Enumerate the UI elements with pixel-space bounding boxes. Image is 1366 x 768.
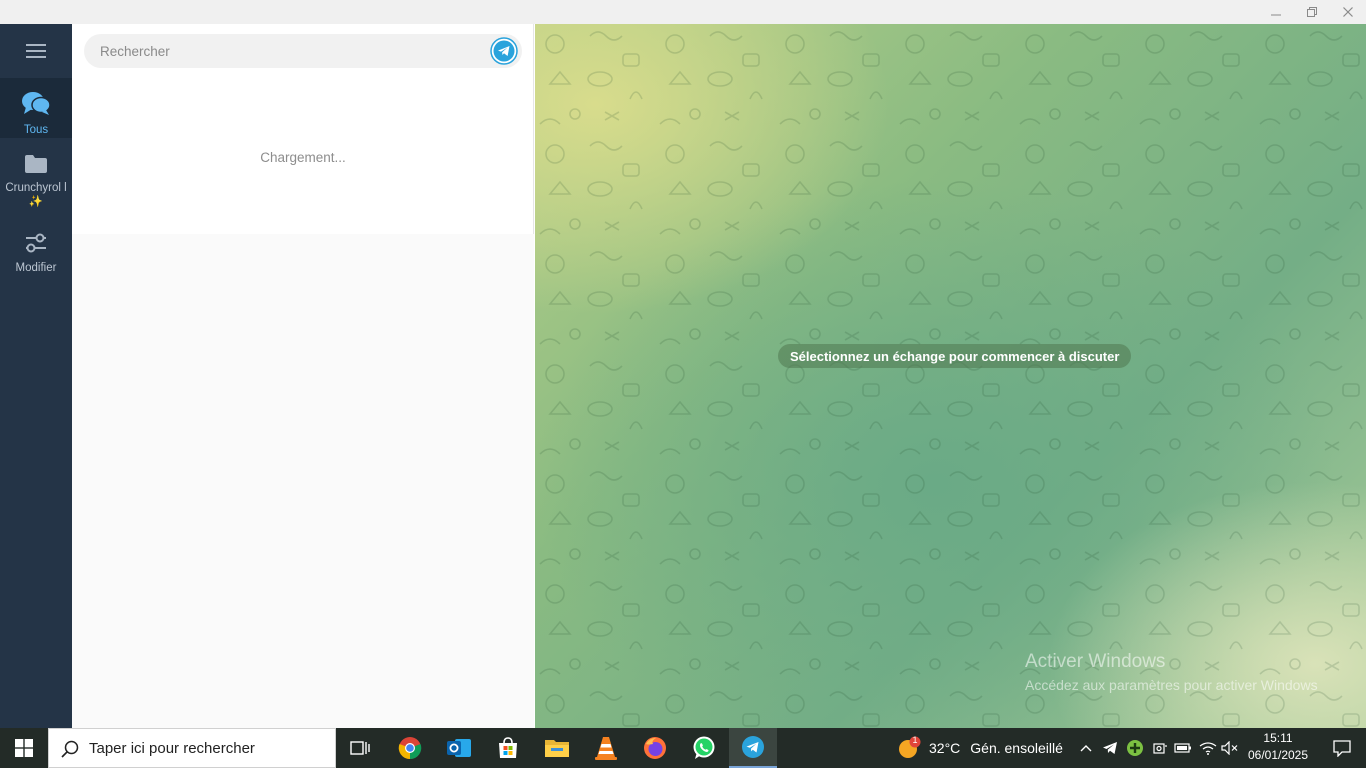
chat-list-pane: Chargement... [72,24,534,728]
microsoft-store-icon[interactable] [484,728,532,768]
sliders-icon [24,232,48,257]
taskbar: Taper ici pour rechercher 1 32°C Gén. en… [0,728,1366,768]
folder-crunchyroll-label: Crunchyrol l✨ [5,182,67,208]
title-bar [0,0,1366,24]
notification-center-icon[interactable] [1318,728,1366,768]
search-input[interactable] [100,34,480,68]
volume-muted-icon[interactable] [1220,728,1240,768]
weather-widget[interactable]: 1 32°C Gén. ensoleillé [897,728,1063,768]
system-clock[interactable]: 15:11 06/01/2025 [1240,730,1316,764]
activation-subtitle: Accédez aux paramètres pour activer Wind… [1025,677,1318,693]
wifi-icon[interactable] [1197,728,1219,768]
windows-start-icon[interactable] [0,728,48,768]
taskbar-search[interactable]: Taper ici pour rechercher [48,728,336,768]
hamburger-icon[interactable] [0,24,72,78]
folder-icon [24,154,48,177]
clock-date: 06/01/2025 [1247,748,1309,762]
task-view-icon[interactable] [336,728,384,768]
telegram-tray-icon[interactable] [1100,728,1120,768]
folder-all[interactable]: Tous [0,78,72,138]
taskbar-search-placeholder: Taper ici pour rechercher [89,740,255,757]
select-chat-prompt: Sélectionnez un échange pour commencer à… [778,344,1132,368]
chat-bubbles-icon [21,90,51,119]
folder-sidebar: Tous Crunchyrol l✨ Modifier [0,24,72,728]
camera-tray-icon[interactable] [1150,728,1170,768]
windows-activation-watermark: Activer Windows Accédez aux paramètres p… [1025,651,1318,693]
doodle-pattern [535,24,1366,728]
weather-condition: Gén. ensoleillé [970,740,1063,756]
weather-sun-icon: 1 [897,735,921,760]
vlc-icon[interactable] [582,728,630,768]
weather-badge: 1 [912,735,918,745]
whatsapp-icon[interactable] [680,728,728,768]
folder-edit-label: Modifier [15,262,57,274]
weather-temperature: 32°C [929,740,961,756]
chat-list-empty-area [72,234,534,728]
loading-text: Chargement... [260,150,346,165]
file-explorer-icon[interactable] [533,728,581,768]
activation-title: Activer Windows [1025,651,1166,672]
app-tray-icon[interactable] [1124,728,1146,768]
chevron-up-icon[interactable] [1076,728,1096,768]
chat-background: Sélectionnez un échange pour commencer à… [535,24,1366,728]
outlook-icon[interactable] [435,728,483,768]
folder-all-label: Tous [23,124,49,136]
folder-crunchyroll[interactable]: Crunchyrol l✨ [0,142,72,216]
search-icon [61,740,79,763]
restore-icon[interactable] [1294,0,1330,24]
search-bar[interactable] [84,34,522,68]
folder-edit[interactable]: Modifier [0,220,72,280]
battery-icon[interactable] [1172,728,1194,768]
clock-time: 15:11 [1263,731,1293,745]
firefox-icon[interactable] [631,728,679,768]
minimize-icon[interactable] [1258,0,1294,24]
chrome-icon[interactable] [386,728,434,768]
telegram-logo-icon [490,37,518,65]
close-icon[interactable] [1330,0,1366,24]
telegram-taskbar-icon[interactable] [729,728,777,768]
